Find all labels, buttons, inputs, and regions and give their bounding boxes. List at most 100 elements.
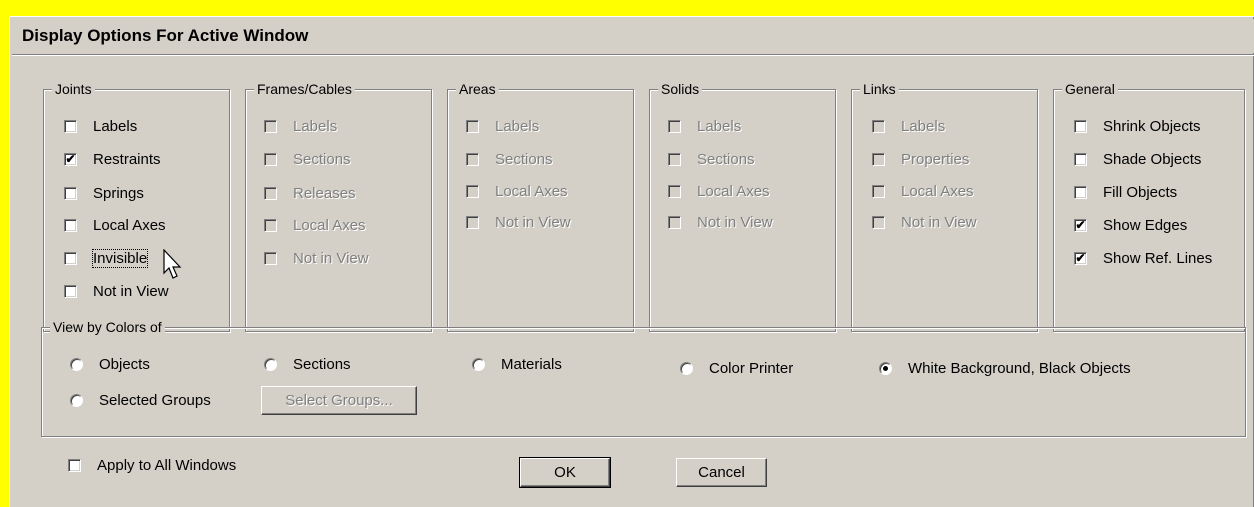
checkbox-box[interactable]: [1074, 119, 1087, 133]
checkbox-box[interactable]: [466, 184, 479, 198]
joints-labels-checkbox[interactable]: Labels: [64, 116, 137, 136]
frames-local-axes-checkbox[interactable]: Local Axes: [264, 215, 366, 235]
links-properties-checkbox[interactable]: Properties: [872, 149, 969, 169]
radio-circle[interactable]: [879, 361, 892, 375]
general-fill-objects-checkbox[interactable]: Fill Objects: [1074, 182, 1177, 202]
joints-restraints-checkbox[interactable]: ✔ Restraints: [64, 149, 161, 169]
checkbox-box[interactable]: ✔: [64, 152, 77, 166]
radio-materials[interactable]: Materials: [472, 354, 562, 374]
group-frames-label: Frames/Cables: [254, 80, 355, 98]
checkbox-label: Restraints: [93, 150, 161, 168]
ok-button[interactable]: OK: [519, 457, 611, 488]
checkbox-box[interactable]: [872, 215, 885, 229]
joints-local-axes-checkbox[interactable]: Local Axes: [64, 215, 166, 235]
checkbox-label: Shade Objects: [1103, 150, 1202, 168]
areas-sections-checkbox[interactable]: Sections: [466, 149, 553, 169]
checkbox-box[interactable]: [668, 184, 681, 198]
areas-labels-checkbox[interactable]: Labels: [466, 116, 539, 136]
links-local-axes-checkbox[interactable]: Local Axes: [872, 181, 974, 201]
radio-circle[interactable]: [472, 357, 485, 371]
checkbox-box[interactable]: ✔: [1074, 251, 1087, 265]
apply-all-windows-checkbox[interactable]: Apply to All Windows: [68, 455, 236, 475]
frames-sections-checkbox[interactable]: Sections: [264, 149, 351, 169]
cancel-button[interactable]: Cancel: [676, 458, 767, 487]
checkbox-box[interactable]: [64, 119, 77, 133]
group-joints: Joints Labels ✔ Restraints Springs Local…: [43, 80, 230, 332]
group-links: Links Labels Properties Local Axes Not i…: [851, 80, 1038, 332]
frames-releases-checkbox[interactable]: Releases: [264, 183, 356, 203]
general-shade-objects-checkbox[interactable]: Shade Objects: [1074, 149, 1201, 169]
check-mark-icon: ✔: [1075, 217, 1086, 232]
areas-local-axes-checkbox[interactable]: Local Axes: [466, 181, 568, 201]
checkbox-box[interactable]: [872, 119, 885, 133]
group-view-by-colors: View by Colors of Objects Sections Mater…: [41, 318, 1246, 437]
checkbox-box[interactable]: [668, 119, 681, 133]
joints-springs-checkbox[interactable]: Springs: [64, 183, 144, 203]
radio-selected-groups[interactable]: Selected Groups: [70, 390, 211, 410]
checkbox-label: Fill Objects: [1103, 183, 1178, 201]
radio-circle[interactable]: [264, 357, 277, 371]
select-groups-button[interactable]: Select Groups...: [261, 386, 417, 415]
title-separator: [12, 54, 1254, 56]
ok-label: OK: [554, 464, 576, 481]
checkbox-label: Properties: [901, 150, 970, 168]
mouse-pointer-icon: [163, 249, 182, 279]
checkbox-box[interactable]: [264, 186, 277, 200]
radio-circle[interactable]: [70, 393, 83, 407]
group-joints-label: Joints: [52, 80, 95, 98]
general-shrink-objects-checkbox[interactable]: Shrink Objects: [1074, 116, 1201, 136]
checkbox-box[interactable]: [64, 218, 77, 232]
checkbox-box[interactable]: [264, 218, 277, 232]
checkbox-box[interactable]: [466, 119, 479, 133]
checkbox-box[interactable]: [68, 458, 81, 472]
areas-not-in-view-checkbox[interactable]: Not in View: [466, 212, 571, 232]
checkbox-label: Labels: [93, 117, 138, 135]
checkbox-label: Apply to All Windows: [97, 456, 237, 474]
checkbox-box[interactable]: [668, 152, 681, 166]
checkbox-box[interactable]: [64, 251, 77, 265]
general-show-ref-lines-checkbox[interactable]: ✔ Show Ref. Lines: [1074, 248, 1212, 268]
radio-circle[interactable]: [70, 357, 83, 371]
checkbox-box[interactable]: [1074, 185, 1087, 199]
checkbox-label: Local Axes: [495, 182, 568, 200]
group-general-label: General: [1062, 80, 1118, 98]
general-show-edges-checkbox[interactable]: ✔ Show Edges: [1074, 215, 1187, 235]
radio-color-printer[interactable]: Color Printer: [680, 358, 793, 378]
links-not-in-view-checkbox[interactable]: Not in View: [872, 212, 977, 232]
checkbox-box[interactable]: ✔: [1074, 217, 1087, 232]
frames-labels-checkbox[interactable]: Labels: [264, 116, 337, 136]
checkbox-box[interactable]: [466, 152, 479, 166]
radio-label: Materials: [501, 355, 562, 373]
radio-dot-icon: [883, 365, 888, 371]
checkbox-box[interactable]: [872, 152, 885, 166]
links-labels-checkbox[interactable]: Labels: [872, 116, 945, 136]
checkbox-box[interactable]: [668, 215, 681, 229]
checkbox-label: Sections: [495, 150, 553, 168]
radio-objects[interactable]: Objects: [70, 354, 150, 374]
radio-circle[interactable]: [680, 361, 693, 375]
joints-not-in-view-checkbox[interactable]: Not in View: [64, 281, 169, 301]
frames-not-in-view-checkbox[interactable]: Not in View: [264, 248, 369, 268]
solids-labels-checkbox[interactable]: Labels: [668, 116, 741, 136]
checkbox-box[interactable]: [466, 215, 479, 229]
select-groups-label: Select Groups...: [285, 392, 393, 409]
radio-white-background[interactable]: White Background, Black Objects: [879, 358, 1131, 378]
checkbox-label: Labels: [495, 117, 540, 135]
solids-sections-checkbox[interactable]: Sections: [668, 149, 755, 169]
solids-not-in-view-checkbox[interactable]: Not in View: [668, 212, 773, 232]
solids-local-axes-checkbox[interactable]: Local Axes: [668, 181, 770, 201]
checkbox-box[interactable]: [872, 184, 885, 198]
checkbox-box[interactable]: [264, 152, 277, 166]
joints-invisible-checkbox[interactable]: Invisible: [64, 248, 149, 268]
dialog-title: Display Options For Active Window: [12, 19, 1254, 53]
checkbox-box[interactable]: [264, 119, 277, 133]
checkbox-box[interactable]: [264, 251, 277, 265]
checkbox-box[interactable]: [64, 186, 77, 200]
radio-sections[interactable]: Sections: [264, 354, 351, 374]
checkbox-box[interactable]: [1074, 152, 1087, 166]
checkbox-box[interactable]: [64, 284, 77, 298]
checkbox-label: Local Axes: [901, 182, 974, 200]
checkbox-label: Not in View: [901, 213, 977, 231]
checkbox-label: Not in View: [293, 249, 369, 267]
checkbox-label: Not in View: [697, 213, 773, 231]
